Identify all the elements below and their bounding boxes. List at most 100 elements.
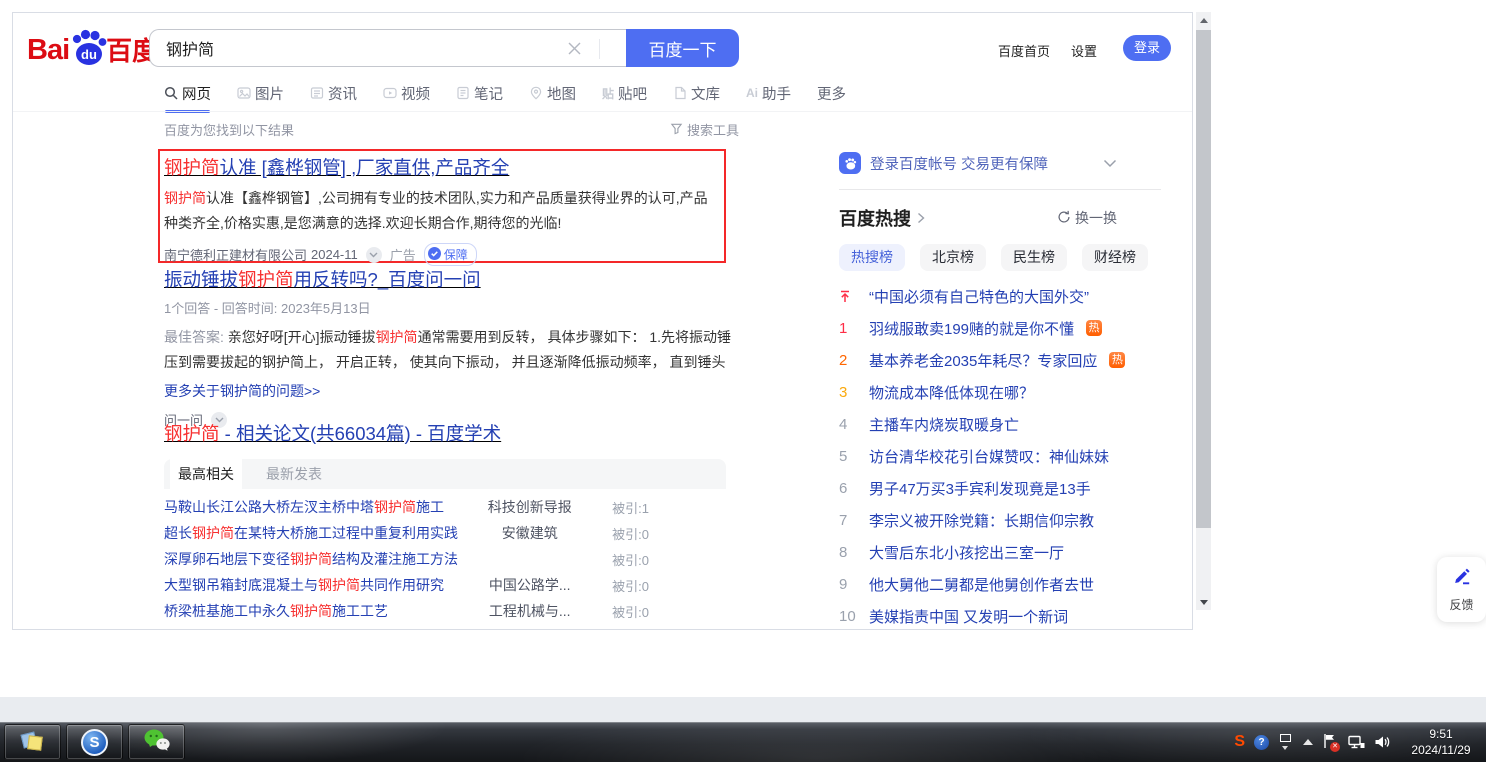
search-button[interactable]: 百度一下	[626, 29, 739, 67]
hot-badge: 热	[1109, 352, 1125, 368]
list-item[interactable]: 5 访台清华校花引台媒赞叹：神仙妹妹	[839, 440, 1161, 472]
hot-tab-beijing[interactable]: 北京榜	[920, 244, 986, 271]
hot-tab-finance[interactable]: 财经榜	[1082, 244, 1148, 271]
scroll-up-button[interactable]	[1196, 12, 1211, 28]
scholar-result-title[interactable]: 钢护简 - 相关论文(共66034篇) - 百度学术	[164, 422, 501, 445]
search-tools-button[interactable]: 搜索工具	[670, 120, 739, 139]
refresh-button[interactable]: 换一换	[1057, 208, 1117, 228]
tieba-icon: 贴	[602, 85, 614, 102]
more-menu[interactable]: 更多	[817, 82, 846, 104]
search-icon	[164, 86, 178, 100]
tab-notes[interactable]: 笔记	[456, 82, 503, 104]
login-button[interactable]: 登录	[1123, 35, 1171, 61]
citation-count: 被引:0	[588, 524, 649, 543]
scrollbar-thumb[interactable]	[1196, 30, 1211, 528]
tab-maps[interactable]: 地图	[529, 82, 576, 104]
taskbar-wechat-button[interactable]	[128, 724, 185, 760]
network-icon[interactable]	[1348, 735, 1365, 750]
paper-title-link[interactable]: 深厚卵石地层下变径钢护简结构及灌注施工方法	[164, 549, 472, 569]
check-circle-icon	[428, 247, 441, 263]
clock-date: 2024/11/29	[1402, 742, 1480, 758]
hot-search-tabs: 热搜榜 北京榜 民生榜 财经榜	[839, 244, 1161, 271]
tab-wenku[interactable]: 文库	[673, 82, 720, 104]
chevron-down-icon[interactable]	[1103, 159, 1117, 168]
taskbar: S S ?	[0, 722, 1486, 762]
chevron-right-icon[interactable]	[917, 212, 925, 224]
show-hidden-icons-button[interactable]	[1303, 739, 1313, 745]
more-questions-link[interactable]: 更多关于钢护简的问题>>	[164, 381, 736, 401]
taskbar-clock[interactable]: 9:51 2024/11/29	[1402, 726, 1480, 758]
browser-page: Bai du 百度 百度一下 百度首页 设置 登录	[12, 12, 1193, 630]
tab-newest[interactable]: 最新发表	[266, 464, 322, 484]
search-input[interactable]	[150, 30, 626, 66]
login-banner[interactable]: 登录百度帐号 交易更有保障	[839, 152, 1161, 174]
link-baidu-home[interactable]: 百度首页	[998, 41, 1050, 60]
paper-title-link[interactable]: 大型钢吊箱封底混凝土与钢护简共同作用研究	[164, 575, 472, 595]
citation-count: 被引:1	[588, 498, 649, 517]
journal-name: 工程机械与...	[472, 601, 588, 621]
paper-title-link[interactable]: 超长钢护简在某特大桥施工过程中重复利用实践	[164, 523, 472, 543]
taskbar-buttons: S	[4, 724, 185, 760]
list-item[interactable]: 1 羽绒服敢卖199赌的就是你不懂 热	[839, 312, 1161, 344]
image-icon	[237, 86, 251, 100]
list-item[interactable]: 3 物流成本降低体现在哪？	[839, 376, 1161, 408]
list-item[interactable]: 8 大雪后东北小孩挖出三室一厅	[839, 536, 1161, 568]
list-item[interactable]: 7 李宗义被开除党籍：长期信仰宗教	[839, 504, 1161, 536]
tab-webpages[interactable]: 网页	[164, 82, 211, 104]
list-item[interactable]: 6 男子47万买3手宾利发现竟是13手	[839, 472, 1161, 504]
list-item[interactable]: “中国必须有自己特色的大国外交”	[839, 280, 1161, 312]
ad-date: 2024-11	[311, 247, 358, 262]
qa-meta: 1个回答 - 回答时间: 2023年5月13日	[164, 298, 736, 317]
tab-news[interactable]: 资讯	[310, 82, 357, 104]
map-pin-icon	[529, 86, 543, 100]
taskbar-files-button[interactable]	[4, 724, 61, 760]
result-dropdown-icon[interactable]	[366, 247, 382, 263]
hot-tab-trending[interactable]: 热搜榜	[839, 244, 905, 271]
table-row: 桥梁桩基施工中永久钢护简施工工艺 工程机械与... 被引:0	[164, 598, 726, 624]
result-scholar: 钢护简 - 相关论文(共66034篇) - 百度学术 最高相关 最新发表 马鞍山…	[164, 422, 726, 624]
help-icon[interactable]: ?	[1254, 735, 1269, 750]
scholar-tabs: 最高相关 最新发表	[164, 459, 726, 489]
assurance-badge[interactable]: 保障	[424, 243, 477, 266]
logo-text-bai: Bai	[27, 33, 69, 67]
list-item[interactable]: 10 美媒指责中国 又发明一个新词	[839, 600, 1161, 632]
clear-icon[interactable]	[567, 41, 582, 56]
scholar-table: 马鞍山长江公路大桥左汊主桥中塔钢护简施工 科技创新导报 被引:1 超长钢护简在某…	[164, 494, 726, 624]
scroll-down-button[interactable]	[1196, 594, 1211, 610]
hot-search-title[interactable]: 百度热搜	[839, 205, 911, 231]
paper-title-link[interactable]: 桥梁桩基施工中永久钢护简施工工艺	[164, 601, 472, 621]
link-settings[interactable]: 设置	[1071, 41, 1097, 60]
hot-tab-livelihood[interactable]: 民生榜	[1001, 244, 1067, 271]
journal-name: 科技创新导报	[472, 497, 588, 517]
baidu-logo[interactable]: Bai du 百度	[27, 29, 158, 67]
desktop: Bai du 百度 百度一下 百度首页 设置 登录	[0, 0, 1486, 762]
tab-images[interactable]: 图片	[237, 82, 284, 104]
action-center-flag-icon[interactable]: ✕	[1322, 733, 1339, 751]
triangle-up-icon	[1200, 18, 1208, 23]
tab-tieba[interactable]: 贴 贴吧	[602, 82, 647, 104]
list-item[interactable]: 2 基本养老金2035年耗尽？专家回应 热	[839, 344, 1161, 376]
video-icon	[383, 86, 397, 100]
table-row: 超长钢护简在某特大桥施工过程中重复利用实践 安徽建筑 被引:0	[164, 520, 726, 546]
list-item[interactable]: 9 他大舅他二舅都是他舅创作者去世	[839, 568, 1161, 600]
tab-most-relevant[interactable]: 最高相关	[170, 459, 242, 489]
ad-result-title[interactable]: 钢护简认准 [鑫桦钢管] ,厂家直供,产品齐全	[164, 156, 509, 179]
qa-result-title[interactable]: 振动锤拔钢护简用反转吗?_百度问一问	[164, 268, 481, 291]
citation-count: 被引:0	[588, 576, 649, 595]
feedback-button[interactable]: 反馈	[1437, 557, 1486, 622]
result-type-tabs: 网页 图片 资讯 视频 笔记 地图 贴	[164, 82, 846, 104]
list-item[interactable]: 4 主播车内烧炭取暖身亡	[839, 408, 1161, 440]
triangle-down-icon	[1200, 600, 1208, 605]
language-bar-icon[interactable]	[1278, 733, 1294, 751]
arrow-up-red-icon	[839, 290, 859, 303]
note-icon	[456, 86, 470, 100]
taskbar-sogou-browser-button[interactable]: S	[66, 724, 123, 760]
sogou-ime-icon[interactable]: S	[1234, 733, 1245, 751]
files-icon	[20, 730, 46, 754]
tab-assistant[interactable]: Ai 助手	[746, 82, 791, 104]
paper-title-link[interactable]: 马鞍山长江公路大桥左汊主桥中塔钢护简施工	[164, 497, 472, 517]
document-icon	[673, 86, 687, 100]
tab-videos[interactable]: 视频	[383, 82, 430, 104]
speaker-icon[interactable]	[1374, 735, 1390, 749]
ai-icon: Ai	[746, 86, 758, 100]
